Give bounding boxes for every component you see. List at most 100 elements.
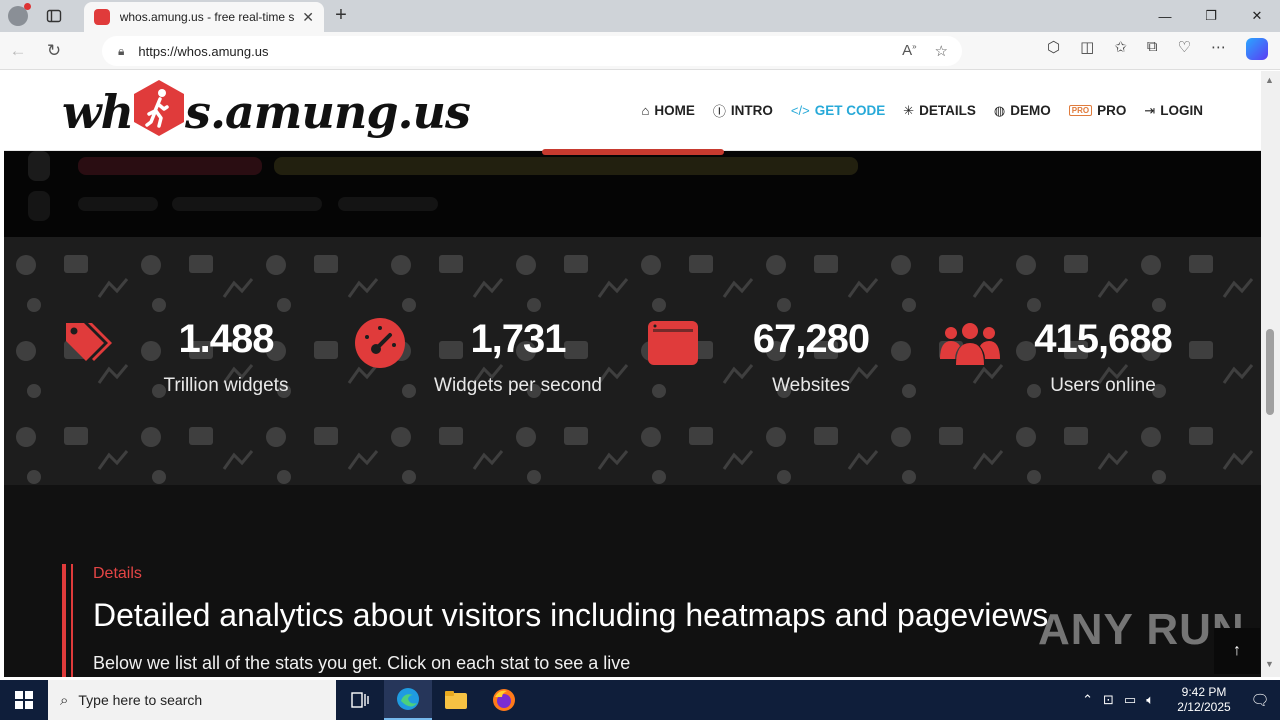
network-icon[interactable]: ▭	[1124, 692, 1136, 708]
taskbar-search-box[interactable]: ⌕ Type here to search	[48, 680, 336, 720]
more-menu-icon[interactable]: ⋯	[1211, 38, 1226, 60]
stat-value: 415,688	[1034, 317, 1173, 361]
browser-tab-active[interactable]: whos.amung.us - free real-time s ✕	[84, 2, 324, 32]
firefox-icon	[493, 689, 515, 711]
tab-title: whos.amung.us - free real-time s	[119, 10, 295, 24]
new-tab-button[interactable]: +	[330, 4, 352, 26]
tab-close-icon[interactable]: ✕	[302, 9, 314, 26]
nav-details-label: DETAILS	[919, 103, 976, 118]
info-icon: ⓘ	[712, 104, 726, 119]
url-field[interactable]: 🔒︎ https://whos.amung.us A» ☆	[102, 36, 962, 66]
main-nav: ⌂ HOME ⓘ INTRO </> GET CODE ✳ DETAILS ◍ DEMO …	[642, 101, 1203, 120]
nav-details[interactable]: ✳ DETAILS	[903, 103, 976, 119]
task-view-icon	[351, 692, 369, 708]
site-favicon-icon	[94, 9, 110, 25]
refresh-icon[interactable]: ↻	[36, 33, 72, 69]
nav-home-label: HOME	[654, 103, 695, 118]
back-arrow-icon[interactable]: ←	[0, 33, 36, 69]
details-accent-bar	[62, 564, 66, 677]
users-icon	[940, 323, 1000, 365]
system-tray: ⌃ ⊡ ▭ 🔈︎ 9:42 PM 2/12/2025 🗨︎	[1082, 680, 1280, 720]
minimize-button[interactable]: —	[1142, 0, 1188, 32]
stat-widgets: 1.488 Trillion widgets	[62, 317, 352, 407]
hero-placeholder	[28, 191, 50, 221]
browser-window-icon	[648, 321, 698, 365]
tray-chevron-icon[interactable]: ⌃	[1082, 692, 1093, 708]
details-accent-bar	[71, 564, 73, 677]
login-icon: ⇥	[1144, 102, 1156, 118]
profile-icon	[8, 3, 31, 26]
split-screen-icon[interactable]: ◫	[1080, 38, 1094, 60]
browser-address-bar: ← ↻ 🔒︎ https://whos.amung.us A» ☆ ⬡ ◫ ✩ …	[0, 32, 1280, 70]
scroll-to-top-button[interactable]: ↑	[1214, 628, 1260, 674]
globe-icon: ◍	[993, 102, 1006, 118]
close-window-button[interactable]: ✕	[1234, 0, 1280, 32]
scroll-up-arrow-icon[interactable]: ▲	[1265, 75, 1274, 85]
stat-label: Websites	[772, 375, 850, 396]
hero-placeholder	[172, 197, 322, 211]
window-controls: — ❐ ✕	[1142, 0, 1280, 32]
scrollbar-thumb[interactable]	[1266, 329, 1274, 415]
tags-icon	[66, 323, 112, 361]
taskbar-search-placeholder: Type here to search	[78, 692, 203, 708]
restore-button[interactable]: ❐	[1188, 0, 1234, 32]
pro-badge-icon: PRO	[1068, 105, 1093, 116]
stat-widgets-per-second: 1,731 Widgets per second	[354, 317, 644, 407]
windows-taskbar: ⌕ Type here to search ⌃ ⊡ ▭ 🔈︎ 9:42 PM 2…	[0, 680, 1280, 720]
taskbar-file-explorer[interactable]	[432, 680, 480, 720]
nav-get-code-label: GET CODE	[814, 103, 886, 118]
browser-essentials-icon[interactable]: ♡	[1178, 38, 1191, 60]
page-viewport: wh s.amung.us ⌂ HOME ⓘ INTRO </> GET CODE ✳…	[4, 71, 1261, 677]
edge-browser-icon	[397, 688, 419, 710]
scroll-down-arrow-icon[interactable]: ▼	[1265, 659, 1274, 669]
site-logo[interactable]: wh s.amung.us	[62, 77, 471, 147]
home-icon: ⌂	[641, 103, 650, 118]
nav-demo[interactable]: ◍ DEMO	[994, 103, 1051, 119]
hero-placeholder	[78, 197, 158, 211]
task-view-button[interactable]	[336, 680, 384, 720]
hero-cta-edge	[542, 149, 724, 155]
windows-logo-icon	[15, 691, 33, 709]
clock-time: 9:42 PM	[1181, 685, 1227, 699]
logo-text-left: wh	[62, 85, 134, 139]
tab-actions-button[interactable]	[36, 0, 72, 32]
extensions-icon[interactable]: ⬡	[1047, 38, 1060, 60]
nav-intro[interactable]: ⓘ INTRO	[713, 101, 773, 120]
notifications-icon[interactable]: 🗨︎	[1240, 691, 1280, 709]
stat-websites: 67,280 Websites	[647, 317, 937, 407]
favorites-icon[interactable]: ✩	[1114, 38, 1127, 60]
stat-value: 1.488	[178, 317, 274, 361]
copilot-icon[interactable]	[1246, 38, 1268, 60]
browser-tab-bar: whos.amung.us - free real-time s ✕ + — ❐…	[0, 0, 1280, 32]
asterisk-icon: ✳	[903, 102, 915, 118]
nav-home[interactable]: ⌂ HOME	[642, 103, 695, 118]
nav-get-code[interactable]: </> GET CODE	[791, 103, 885, 118]
hero-placeholder	[28, 151, 50, 181]
nav-pro-label: PRO	[1097, 103, 1127, 118]
read-aloud-icon[interactable]: A»	[902, 42, 916, 60]
profile-button[interactable]	[0, 0, 36, 32]
stat-label: Widgets per second	[434, 375, 602, 396]
site-header: wh s.amung.us ⌂ HOME ⓘ INTRO </> GET CODE ✳…	[4, 71, 1261, 151]
favorite-star-icon[interactable]: ☆	[935, 42, 948, 60]
start-button[interactable]	[0, 680, 48, 720]
volume-icon[interactable]: 🔈︎	[1146, 692, 1154, 708]
hero-placeholder	[78, 157, 262, 175]
nav-login[interactable]: ⇥ LOGIN	[1144, 103, 1203, 119]
page-scrollbar[interactable]: ▲ ▼	[1261, 71, 1280, 677]
hero-placeholder	[274, 157, 858, 175]
gauge-icon	[355, 318, 405, 368]
clock-date: 2/12/2025	[1177, 700, 1231, 714]
taskbar-edge[interactable]	[384, 680, 432, 720]
stat-label: Users online	[1050, 375, 1156, 396]
details-subtext: Below we list all of the stats you get. …	[93, 653, 631, 673]
nav-pro[interactable]: PRO PRO	[1068, 103, 1127, 118]
lock-icon: 🔒︎	[118, 43, 125, 58]
stat-value: 1,731	[470, 317, 566, 361]
collections-icon[interactable]: ⧉	[1147, 38, 1158, 60]
tray-device-icon[interactable]: ⊡	[1103, 692, 1114, 708]
nav-login-label: LOGIN	[1160, 103, 1203, 118]
taskbar-firefox[interactable]	[480, 680, 528, 720]
stat-users-online: 415,688 Users online	[939, 317, 1229, 407]
taskbar-clock[interactable]: 9:42 PM 2/12/2025	[1168, 685, 1240, 715]
